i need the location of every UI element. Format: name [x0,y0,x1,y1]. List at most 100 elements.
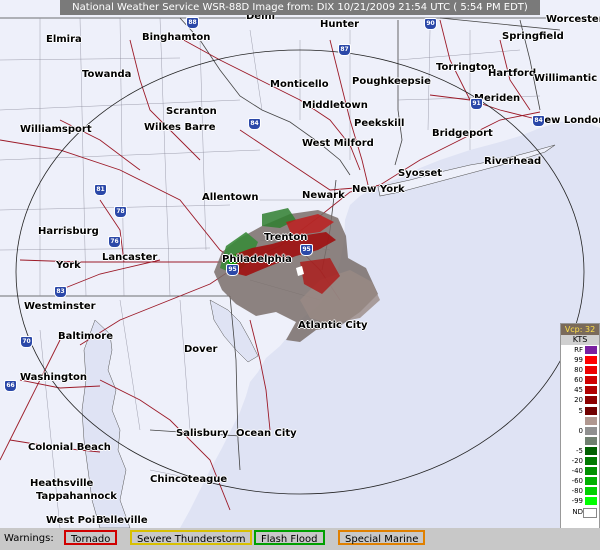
city-label: Williamsport [20,124,92,135]
interstate-shield: 95 [300,244,313,256]
interstate-shield: 76 [108,236,121,248]
city-label: Allentown [202,192,259,203]
city-label: Newark [302,190,345,201]
warning-tornado-button[interactable]: Tornado [64,530,118,545]
legend-row: -40 [561,466,599,476]
legend-row: 5 [561,406,599,416]
city-label: New York [352,184,405,195]
legend-color-swatch [585,477,597,486]
legend-color-swatch [585,376,597,385]
legend-value-label: 0 [578,426,583,435]
image-title: National Weather Service WSR-88D Image f… [60,0,540,15]
city-label: Hunter [320,19,360,30]
legend-row [561,436,599,446]
interstate-shield: 87 [338,44,351,56]
city-label: Atlantic City [298,320,368,331]
legend-color-swatch [585,366,597,375]
legend-value-label: RF [574,346,583,354]
legend-value-label: -20 [571,457,583,466]
city-label: Poughkeepsie [352,76,431,87]
city-label: Tappahannock [36,491,117,502]
city-label: Heathsville [30,478,94,489]
interstate-shield: 91 [470,98,483,110]
city-label: Hartford [488,68,537,79]
city-label: Monticello [270,79,329,90]
city-label: Washington [20,372,87,383]
legend-row: 60 [561,375,599,385]
city-label: York [56,260,81,271]
city-label: Scranton [166,106,217,117]
city-label: Ocean City [236,428,297,439]
warning-flash-flood-button[interactable]: Flash Flood [254,530,325,545]
city-label: Belleville [96,515,148,526]
legend-value-label: -60 [571,477,583,486]
velocity-legend: Vcp: 32 KTS RF 99 80 60 45 20 5 0 -5 -20 -40 -60 -80… [560,323,600,543]
legend-row: 45 [561,385,599,395]
interstate-shield: 84 [532,115,545,127]
interstate-shield: 90 [424,18,437,30]
legend-color-swatch [585,446,597,455]
legend-row: 0 [561,426,599,436]
interstate-shield: 70 [20,336,33,348]
interstate-shield: 66 [4,380,17,392]
interstate-shield: 78 [114,206,127,218]
city-label: Springfield [502,31,564,42]
legend-row: 80 [561,365,599,375]
legend-value-label: -40 [571,467,583,476]
warning-special-marine-button[interactable]: Special Marine [338,530,426,545]
city-label: Syosset [398,168,443,179]
legend-row: -80 [561,486,599,496]
legend-value-label: -99 [571,497,583,506]
warning-severe-thunderstorm-button[interactable]: Severe Thunderstorm [130,530,253,545]
legend-value-label: -5 [576,446,583,455]
legend-color-swatch [585,396,597,405]
legend-color-swatch [585,416,597,425]
city-label: Dover [184,344,218,355]
legend-color-swatch [585,386,597,395]
legend-color-swatch [585,346,597,354]
legend-row: -20 [561,456,599,466]
interstate-shield: 88 [186,17,199,29]
city-label: Elmira [46,34,82,45]
city-label: Worcester [546,14,600,25]
city-label: Binghamton [142,32,211,43]
city-label: Lancaster [102,252,158,263]
city-label: Peekskill [354,118,405,129]
radar-map: Elmira Binghamton Delhi Hunter Worcester… [0,0,600,528]
legend-row: ND [561,507,599,518]
city-label: Westminster [24,301,96,312]
interstate-shield: 83 [54,286,67,298]
warnings-label: Warnings: [4,533,54,544]
city-label: Colonial Beach [28,442,111,453]
city-label: Bridgeport [432,128,493,139]
legend-value-label: 60 [574,376,583,385]
city-label: Torrington [436,62,495,73]
legend-unit: KTS [561,335,599,345]
legend-value-label: 80 [574,366,583,375]
legend-row: -60 [561,476,599,486]
warnings-bar: Warnings: Tornado Severe Thunderstorm Fl… [0,528,600,550]
legend-color-swatch [585,406,597,415]
city-label: Chincoteague [150,474,228,485]
legend-color-swatch [585,356,597,365]
city-label: Middletown [302,100,368,111]
city-label: Riverhead [484,156,542,167]
city-label: West Milford [302,138,374,149]
city-label: Towanda [82,69,132,80]
legend-color-swatch [585,487,597,496]
interstate-shield: 95 [226,264,239,276]
legend-value-label: 45 [574,386,583,395]
legend-value-label: ND [572,507,583,516]
legend-row: 20 [561,395,599,405]
legend-row: 99 [561,355,599,365]
city-label: Willimantic [534,73,598,84]
legend-color-swatch [583,507,597,518]
interstate-shield: 81 [94,184,107,196]
interstate-shield: 84 [248,118,261,130]
legend-row: -5 [561,446,599,456]
legend-color-swatch [585,497,597,506]
legend-row: -99 [561,496,599,506]
legend-color-swatch [585,467,597,476]
city-label: New London [536,115,600,126]
city-label: Wilkes Barre [144,122,216,133]
